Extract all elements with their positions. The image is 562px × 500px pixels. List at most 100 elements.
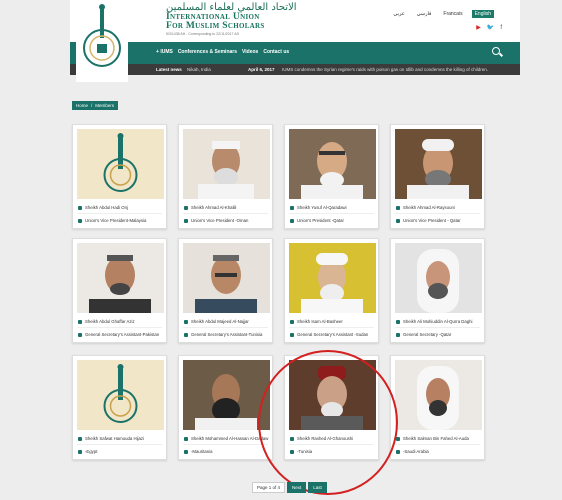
member-photo[interactable] [395,243,482,313]
member-photo[interactable] [183,129,270,199]
news-headline[interactable]: IUMS condemns the Syrian regime's raids … [282,67,488,72]
member-role: -Tunisia [297,449,313,454]
briefcase-icon [290,449,294,454]
breadcrumb-separator: / [91,103,93,108]
member-name[interactable]: Sheikh Isam Al-Basheer [297,319,343,324]
briefcase-icon [78,449,82,454]
brand-line2: For Muslim Scholars [166,21,265,31]
member-name[interactable]: Sheikh Abdul Hadi Onj [85,205,128,210]
nav-videos[interactable]: Videos [242,49,258,55]
member-photo[interactable] [77,129,164,199]
member-name[interactable]: Sheikh Abdul Majeed Al-Najjar [191,319,249,324]
news-date: April 6, 2017 [248,67,275,72]
member-card[interactable]: Sheikh Ahmad Al-Khalili Union's Vice Pre… [178,124,273,229]
briefcase-icon [290,332,294,337]
nav-conferences[interactable]: Conferences & Seminars [178,49,237,55]
member-card[interactable]: Sheikh Ali Muhiuddin Al-Qurra Daghi Gene… [390,238,485,343]
briefcase-icon [184,332,188,337]
user-icon [396,319,400,324]
user-icon [184,319,188,324]
member-card[interactable]: Sheikh Yusuf Al-Qaradawi Union's Preside… [284,124,379,229]
member-role: Union's Vice President -Oman [191,218,249,223]
briefcase-icon [290,218,294,223]
pagination: Page 1 of 4 Next Last [252,482,327,493]
member-name[interactable]: Sheikh Mohammed Al-Hassan Al-Dadaw [191,436,268,441]
last-page-button[interactable]: Last [308,482,327,493]
facebook-icon[interactable]: f [500,25,502,31]
briefcase-icon [396,332,400,337]
breadcrumb-home[interactable]: Home [76,103,88,108]
user-icon [78,436,82,441]
member-name[interactable]: Sheikh Abdul Ghaffar Aziz [85,319,135,324]
logo[interactable] [76,2,128,82]
member-photo[interactable] [183,360,270,430]
member-name[interactable]: Sheikh Salman Bin Fahed Al-Auda [403,436,469,441]
member-card[interactable]: Sheikh Abdul Majeed Al-Najjar General Se… [178,238,273,343]
brand-date: 5/3/1438 AH - Corresponding to 22/11/201… [166,32,240,36]
briefcase-icon [396,218,400,223]
user-icon [290,319,294,324]
youtube-icon[interactable]: ▶ [476,24,481,31]
breadcrumb: Home / Members [72,101,119,110]
user-icon [290,205,294,210]
member-photo[interactable] [395,360,482,430]
lang-french[interactable]: Francais [440,10,465,18]
user-icon [78,319,82,324]
logo-icon [76,2,128,74]
search-icon[interactable] [492,47,500,55]
user-icon [184,436,188,441]
member-card[interactable]: Sheikh Safwat Hamouda Hijazi -Egypt [72,355,167,460]
member-photo[interactable] [77,243,164,313]
member-name[interactable]: Sheikh Ahmad Al-Khalili [191,205,236,210]
member-card[interactable]: Sheikh Rashed Al-Ghanoushi -Tunisia [284,355,379,460]
member-photo[interactable] [77,360,164,430]
briefcase-icon [396,449,400,454]
breadcrumb-current: Members [95,103,115,108]
member-card[interactable]: Sheikh Isam Al-Basheer General Secretary… [284,238,379,343]
member-name[interactable]: Sheikh Ahmad Al-Raysouni [403,205,455,210]
member-name[interactable]: Sheikh Rashed Al-Ghanoushi [297,436,353,441]
member-role: General Secretary -Qatar [403,332,452,337]
member-name[interactable]: Sheikh Safwat Hamouda Hijazi [85,436,144,441]
briefcase-icon [184,218,188,223]
member-role: General Secretary's Assistant-Pakistan [85,332,160,337]
member-photo[interactable] [289,360,376,430]
member-role: Union's Vice President-Malaysia [85,218,147,223]
member-role: Union's President -Qatar [297,218,344,223]
member-card[interactable]: Sheikh Salman Bin Fahed Al-Auda -Saudi A… [390,355,485,460]
next-page-button[interactable]: Next [287,482,307,493]
member-card[interactable]: Sheikh Abdul Hadi Onj Union's Vice Presi… [72,124,167,229]
member-role: -Egypt [85,449,98,454]
lang-farsi[interactable]: فارسي [414,10,435,18]
member-photo[interactable] [183,243,270,313]
member-card[interactable]: Sheikh Ahmad Al-Raysouni Union's Vice Pr… [390,124,485,229]
member-role: -Mauritania [191,449,213,454]
member-name[interactable]: Sheikh Yusuf Al-Qaradawi [297,205,347,210]
twitter-icon[interactable]: 🐦 [487,24,494,31]
user-icon [78,205,82,210]
lang-arabic[interactable]: عربي [390,10,407,18]
news-location[interactable]: Nikah, India [187,67,211,72]
briefcase-icon [78,332,82,337]
news-label: Latest news [156,67,182,72]
briefcase-icon [184,449,188,454]
nav-contact[interactable]: Contact us [263,49,289,55]
nav-iums[interactable]: + IUMS [156,49,173,55]
user-icon [184,205,188,210]
brand[interactable]: الاتحاد العالمي لعلماء المسلمين Internat… [166,2,297,36]
member-role: General Secretary's Assistant-Tunisia [191,332,263,337]
user-icon [396,205,400,210]
member-name[interactable]: Sheikh Ali Muhiuddin Al-Qurra Daghi [403,319,473,324]
member-card[interactable]: Sheikh Mohammed Al-Hassan Al-Dadaw -Maur… [178,355,273,460]
member-role: General Secretary's Assistant -Sudan [297,332,369,337]
lang-english[interactable]: English [471,10,494,18]
social-links: ▶ 🐦 f [476,24,502,32]
page-info: Page 1 of 4 [252,482,286,493]
member-card[interactable]: Sheikh Abdul Ghaffar Aziz General Secret… [72,238,167,343]
site-header: الاتحاد العالمي لعلماء المسلمين Internat… [70,0,520,42]
member-photo[interactable] [289,243,376,313]
member-role: -Saudi Arabia [403,449,429,454]
main-nav: + IUMS Conferences & Seminars Videos Con… [70,42,520,64]
member-photo[interactable] [395,129,482,199]
member-photo[interactable] [289,129,376,199]
